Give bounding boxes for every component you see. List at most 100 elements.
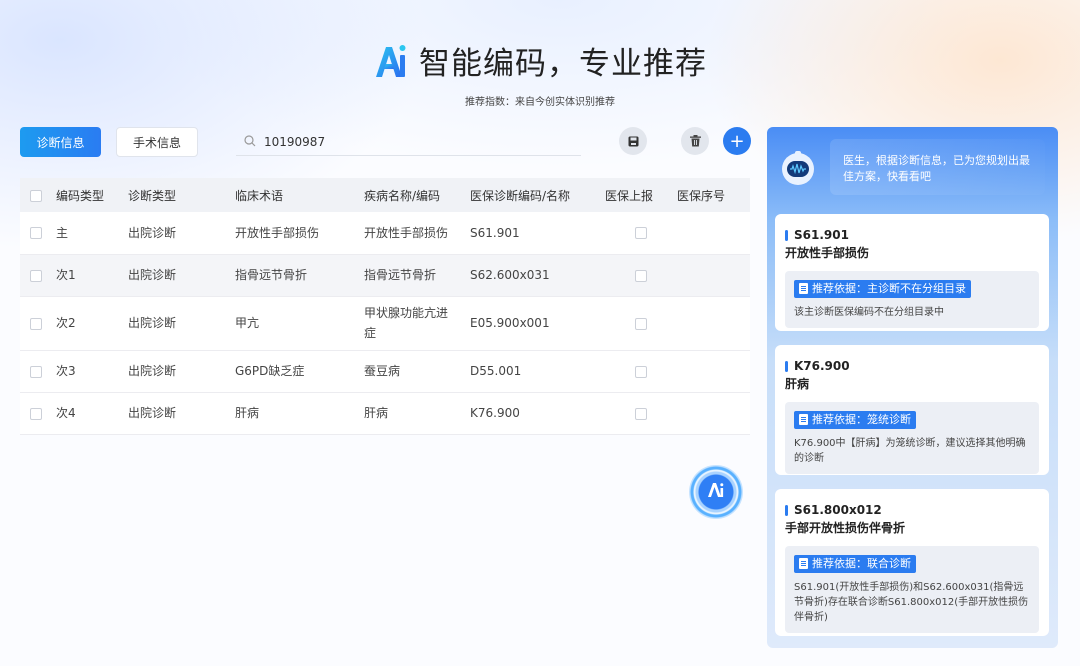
row-checkbox[interactable] bbox=[30, 317, 42, 330]
cell-insurance-code: S61.901 bbox=[470, 225, 520, 240]
save-button[interactable] bbox=[619, 127, 647, 155]
cell-diag-type: 出院诊断 bbox=[128, 316, 177, 330]
cell-clinical-term: 甲亢 bbox=[235, 316, 260, 330]
cell-insurance-report bbox=[605, 212, 677, 254]
ai-logo-icon bbox=[373, 41, 409, 81]
table-row[interactable]: 次2 出院诊断 甲亢 甲状腺功能亢进症 E05.900x001 bbox=[20, 296, 750, 350]
search-icon bbox=[244, 132, 256, 151]
basis-label: 推荐依据：联合诊断 bbox=[812, 556, 911, 570]
cell-clinical-term: 指骨远节骨折 bbox=[235, 268, 308, 282]
basis-tag: 推荐依据：笼统诊断 bbox=[794, 410, 916, 429]
plus-icon: + bbox=[729, 130, 745, 152]
cell-clinical-term: 肝病 bbox=[235, 406, 260, 420]
recommendation-panel: 医生，根据诊断信息，已为您规划出最佳方案，快看看吧 S61.901 开放性手部损… bbox=[767, 127, 1058, 648]
select-all-checkbox[interactable] bbox=[30, 189, 42, 202]
insurance-report-checkbox[interactable] bbox=[635, 365, 647, 378]
cell-disease: 蚕豆病 bbox=[364, 364, 401, 378]
col-insurance-code: 医保诊断编码/名称 bbox=[470, 188, 571, 203]
insurance-report-checkbox[interactable] bbox=[635, 227, 647, 240]
card-code: S61.800x012 bbox=[794, 503, 882, 517]
title-row: 智能编码，专业推荐 bbox=[0, 38, 1080, 83]
col-insurance-report: 医保上报 bbox=[605, 188, 654, 203]
row-checkbox[interactable] bbox=[30, 227, 42, 240]
page-header: 智能编码，专业推荐 推荐指数：来自今创实体识别推荐 bbox=[0, 38, 1080, 108]
col-diag-type: 诊断类型 bbox=[128, 188, 177, 203]
save-icon bbox=[628, 132, 639, 151]
cell-code-type: 次2 bbox=[56, 316, 76, 330]
card-code-row: S61.800x012 bbox=[785, 503, 1039, 517]
ai-icon bbox=[706, 480, 726, 504]
insurance-report-checkbox[interactable] bbox=[635, 407, 647, 420]
cell-insurance-code: S62.600x031 bbox=[470, 268, 550, 282]
cell-disease: 开放性手部损伤 bbox=[364, 225, 449, 240]
panel-header: 医生，根据诊断信息，已为您规划出最佳方案，快看看吧 bbox=[767, 127, 1058, 209]
cell-insurance-report bbox=[605, 296, 677, 350]
basis-box: 推荐依据：联合诊断 S61.901(开放性手部损伤)和S62.600x031(指… bbox=[785, 546, 1039, 633]
cell-insurance-report bbox=[605, 392, 677, 434]
select-all-checkbox-cell bbox=[20, 178, 56, 212]
basis-label: 推荐依据：笼统诊断 bbox=[812, 412, 911, 426]
row-checkbox[interactable] bbox=[30, 269, 42, 282]
ai-assistant-button[interactable] bbox=[689, 465, 743, 519]
basis-text: 该主诊断医保编码不在分组目录中 bbox=[794, 307, 944, 318]
basis-box: 推荐依据：笼统诊断 K76.900中【肝病】为笼统诊断，建议选择其他明确的诊断 bbox=[785, 402, 1039, 474]
assistant-message: 医生，根据诊断信息，已为您规划出最佳方案，快看看吧 bbox=[830, 139, 1045, 195]
cell-code-type: 次4 bbox=[56, 406, 76, 420]
card-code-row: S61.901 bbox=[785, 228, 1039, 242]
cell-insurance-seq bbox=[677, 254, 750, 296]
accent-bar bbox=[785, 504, 788, 516]
cell-disease: 甲状腺功能亢进症 bbox=[364, 306, 449, 340]
cell-disease: 指骨远节骨折 bbox=[364, 268, 437, 282]
recommendation-card[interactable]: K76.900 肝病 推荐依据：笼统诊断 K76.900中【肝病】为笼统诊断，建… bbox=[775, 345, 1049, 475]
row-checkbox-cell bbox=[20, 350, 56, 392]
document-icon bbox=[799, 283, 808, 294]
col-disease: 疾病名称/编码 bbox=[364, 188, 441, 203]
robot-icon bbox=[780, 149, 816, 185]
cell-code-type: 主 bbox=[56, 225, 69, 240]
insurance-report-checkbox[interactable] bbox=[635, 269, 647, 282]
card-name: 开放性手部损伤 bbox=[785, 246, 870, 260]
basis-tag: 推荐依据：主诊断不在分组目录 bbox=[794, 279, 971, 298]
basis-label: 推荐依据：主诊断不在分组目录 bbox=[812, 281, 966, 295]
delete-button[interactable] bbox=[681, 127, 709, 155]
cell-diag-type: 出院诊断 bbox=[128, 268, 177, 282]
col-insurance-seq: 医保序号 bbox=[677, 188, 726, 203]
recommendation-card[interactable]: S61.901 开放性手部损伤 推荐依据：主诊断不在分组目录 该主诊断医保编码不… bbox=[775, 214, 1049, 331]
col-clinical-term: 临床术语 bbox=[235, 188, 284, 203]
card-code-row: K76.900 bbox=[785, 359, 1039, 373]
row-checkbox[interactable] bbox=[30, 365, 42, 378]
row-checkbox-cell bbox=[20, 254, 56, 296]
cell-insurance-seq bbox=[677, 296, 750, 350]
cell-diag-type: 出院诊断 bbox=[128, 225, 177, 240]
cell-insurance-seq bbox=[677, 212, 750, 254]
row-checkbox[interactable] bbox=[30, 407, 42, 420]
table-header-row: 编码类型 诊断类型 临床术语 疾病名称/编码 医保诊断编码/名称 医保上报 医保… bbox=[20, 178, 750, 212]
tab-surgery-info[interactable]: 手术信息 bbox=[116, 127, 198, 157]
card-code: K76.900 bbox=[794, 359, 850, 373]
cell-insurance-report bbox=[605, 350, 677, 392]
cell-diag-type: 出院诊断 bbox=[128, 406, 177, 420]
insurance-report-checkbox[interactable] bbox=[635, 317, 647, 330]
cell-clinical-term: 开放性手部损伤 bbox=[235, 225, 320, 240]
table-row[interactable]: 次1 出院诊断 指骨远节骨折 指骨远节骨折 S62.600x031 bbox=[20, 254, 750, 296]
table-row[interactable]: 次3 出院诊断 G6PD缺乏症 蚕豆病 D55.001 bbox=[20, 350, 750, 392]
recommendation-card[interactable]: S61.800x012 手部开放性损伤伴骨折 推荐依据：联合诊断 S61.901… bbox=[775, 489, 1049, 636]
row-checkbox-cell bbox=[20, 212, 56, 254]
cell-disease: 肝病 bbox=[364, 406, 389, 420]
document-icon bbox=[799, 558, 808, 569]
row-checkbox-cell bbox=[20, 392, 56, 434]
add-button[interactable]: + bbox=[723, 127, 751, 155]
cell-insurance-code: D55.001 bbox=[470, 364, 522, 378]
card-name: 手部开放性损伤伴骨折 bbox=[785, 521, 906, 535]
table-row[interactable]: 主 出院诊断 开放性手部损伤 开放性手部损伤 S61.901 bbox=[20, 212, 750, 254]
accent-bar bbox=[785, 229, 788, 241]
search-input[interactable] bbox=[264, 134, 564, 149]
basis-text: S61.901(开放性手部损伤)和S62.600x031(指骨远节骨折)存在联合… bbox=[794, 582, 1029, 623]
diagnosis-table: 编码类型 诊断类型 临床术语 疾病名称/编码 医保诊断编码/名称 医保上报 医保… bbox=[20, 178, 750, 435]
tab-diagnosis-info[interactable]: 诊断信息 bbox=[20, 127, 101, 157]
search-bar bbox=[236, 128, 581, 156]
cell-insurance-seq bbox=[677, 392, 750, 434]
table-row[interactable]: 次4 出院诊断 肝病 肝病 K76.900 bbox=[20, 392, 750, 434]
cell-clinical-term: G6PD缺乏症 bbox=[235, 364, 305, 378]
card-code: S61.901 bbox=[794, 228, 849, 242]
